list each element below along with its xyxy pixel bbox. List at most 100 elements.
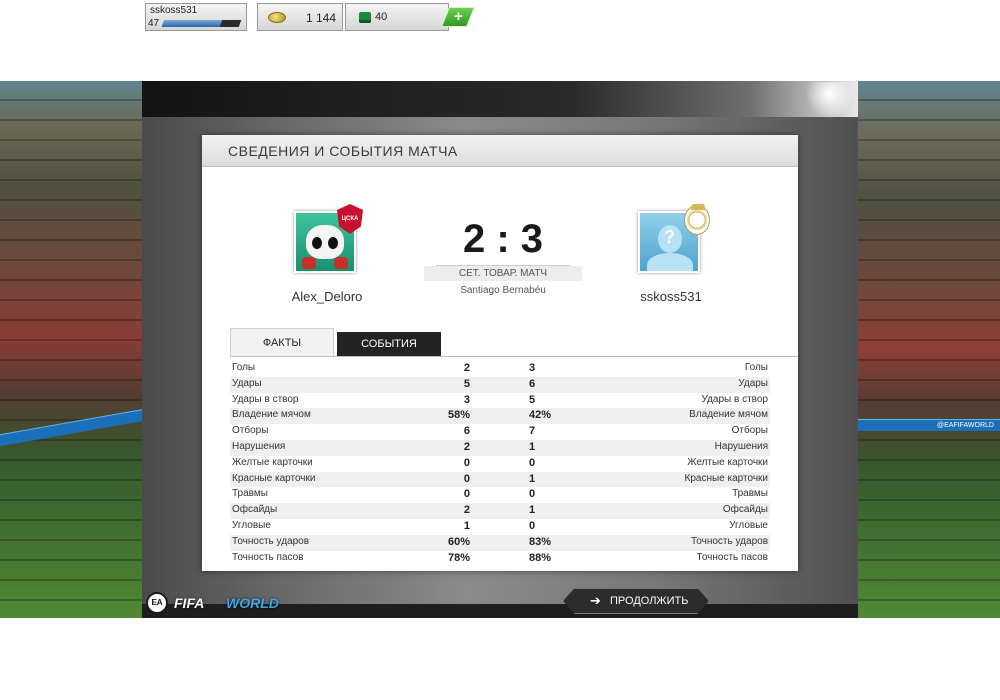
stat-label-away: Угловые [729, 519, 768, 531]
stat-row: Точность ударов 60% 83% Точность ударов [230, 534, 770, 551]
stat-row: Отборы 6 7 Отборы [230, 424, 770, 440]
away-club-badge [684, 204, 710, 235]
stat-label-away: Офсайды [722, 504, 768, 516]
stat-label-away: Травмы [732, 488, 768, 500]
panel-title: СВЕДЕНИЯ И СОБЫТИЯ МАТЧА [228, 143, 458, 159]
stats-table: Голы 2 3 Голы Удары 5 6 Удары Удары в створ 3 5 Уда… [230, 361, 770, 566]
logo-text-world: WORLD [226, 595, 279, 611]
stat-value-home: 0 [463, 472, 470, 485]
stat-label-home: Точность ударов [232, 535, 310, 547]
coins-value: 1 144 [306, 11, 337, 25]
stat-value-home: 1 [463, 519, 470, 532]
stat-label-home: Красные карточки [232, 472, 316, 484]
fifa-points-icon [359, 12, 371, 23]
stat-label-away: Голы [744, 362, 768, 373]
stat-value-away: 5 [529, 393, 536, 406]
plus-icon: + [453, 8, 463, 25]
stat-row: Владение мячом 58% 42% Владение мячом [230, 408, 770, 425]
ad-board-text: @EAFIFAWORLD [936, 422, 994, 429]
stat-value-away: 3 [529, 362, 536, 374]
stat-row: Угловые 1 0 Угловые [230, 519, 770, 535]
stat-label-home: Удары в створ [232, 393, 299, 405]
stat-row: Удары 5 6 Удары [230, 376, 770, 393]
stat-value-away: 1 [529, 440, 536, 453]
stat-row: Офсайды 2 1 Офсайды [230, 503, 770, 519]
stat-label-away: Точность пасов [696, 551, 769, 563]
stat-value-home: 2 [463, 504, 470, 517]
stat-label-home: Нарушения [232, 440, 286, 452]
stadium-stand-left [0, 81, 150, 618]
points-display: 40 [345, 3, 449, 31]
tab-events[interactable]: СОБЫТИЯ [337, 332, 441, 356]
match-score: 2 : 3 [462, 217, 544, 261]
panel-header: СВЕДЕНИЯ И СОБЫТИЯ МАТЧА [202, 135, 798, 167]
light-flare [800, 82, 860, 122]
stat-label-away: Удары [738, 377, 768, 389]
stat-label-away: Красные карточки [684, 472, 768, 484]
stat-label-away: Отборы [731, 425, 768, 437]
stat-row: Точность пасов 78% 88% Точность пасов [230, 551, 770, 567]
stat-value-home: 2 [463, 362, 470, 374]
match-type: СЕТ. ТОВАР. МАТЧ [424, 266, 582, 281]
top-bar-backdrop [142, 81, 858, 117]
player-level: 47 [148, 18, 160, 29]
stat-label-away: Удары в створ [701, 393, 769, 405]
stat-label-home: Голы [232, 362, 256, 373]
stat-row: Нарушения 2 1 Нарушения [230, 439, 770, 456]
stat-row: Удары в створ 3 5 Удары в створ [230, 393, 770, 409]
stat-value-away: 1 [529, 504, 536, 517]
coins-display: 1 144 [257, 3, 343, 31]
stat-label-home: Удары [232, 377, 262, 389]
stat-value-home: 60% [447, 535, 470, 548]
xp-progress-bar [161, 20, 242, 27]
stat-label-home: Точность пасов [232, 551, 304, 563]
stat-value-home: 2 [463, 440, 470, 453]
stat-label-home: Офсайды [232, 504, 278, 516]
stat-label-home: Владение мячом [232, 409, 311, 421]
stat-value-home: 0 [463, 456, 470, 469]
ea-sports-logo: EA [146, 592, 168, 614]
stat-label-home: Отборы [232, 425, 269, 437]
tab-underline [230, 356, 798, 357]
xp-progress-fill [161, 20, 223, 27]
continue-button[interactable]: ➔ ПРОДОЛЖИТЬ [563, 588, 709, 614]
stadium-stand-right [858, 81, 1000, 618]
stat-label-home: Травмы [232, 488, 268, 500]
logo-text-fifa: FIFA [174, 595, 205, 611]
player-info[interactable]: sskoss531 47 [145, 3, 247, 31]
stat-row: Травмы 0 0 Травмы [230, 487, 770, 503]
stadium-name: Santiago Bernabéu [460, 285, 546, 296]
stat-label-away: Желтые карточки [687, 456, 768, 468]
panda-face [306, 225, 344, 259]
stat-value-away: 0 [529, 456, 536, 469]
stat-value-away: 42% [529, 409, 552, 422]
stat-row: Голы 2 3 Голы [230, 361, 770, 377]
crown-icon [691, 204, 705, 210]
stat-value-home: 6 [463, 425, 470, 438]
stat-value-away: 7 [529, 425, 536, 438]
stat-label-home: Желтые карточки [232, 456, 313, 468]
away-player-name: sskoss531 [640, 289, 702, 304]
player-name: sskoss531 [150, 5, 198, 16]
boxing-glove-icon [302, 257, 316, 269]
match-details-panel: СВЕДЕНИЯ И СОБЫТИЯ МАТЧА ЦСКА Alex_Delor… [202, 135, 798, 571]
question-mark-icon: ? [664, 227, 675, 247]
stat-label-away: Нарушения [714, 440, 768, 452]
stat-label-home: Угловые [232, 519, 271, 531]
stat-value-away: 0 [529, 519, 536, 532]
boxing-glove-icon [334, 257, 348, 269]
stat-value-away: 83% [529, 535, 552, 548]
stat-value-away: 88% [529, 551, 552, 564]
arrow-right-icon: ➔ [590, 593, 601, 608]
stat-value-home: 0 [463, 488, 470, 501]
home-player-name: Alex_Deloro [291, 289, 363, 304]
stat-value-home: 58% [447, 409, 470, 422]
stat-row: Желтые карточки 0 0 Желтые карточки [230, 456, 770, 472]
stat-value-away: 0 [529, 488, 536, 501]
continue-label: ПРОДОЛЖИТЬ [610, 595, 689, 607]
coins-icon [268, 12, 286, 23]
stat-label-away: Владение мячом [689, 409, 768, 421]
stat-value-home: 78% [447, 551, 470, 564]
stat-value-away: 6 [529, 377, 536, 390]
tab-facts[interactable]: ФАКТЫ [230, 328, 334, 356]
